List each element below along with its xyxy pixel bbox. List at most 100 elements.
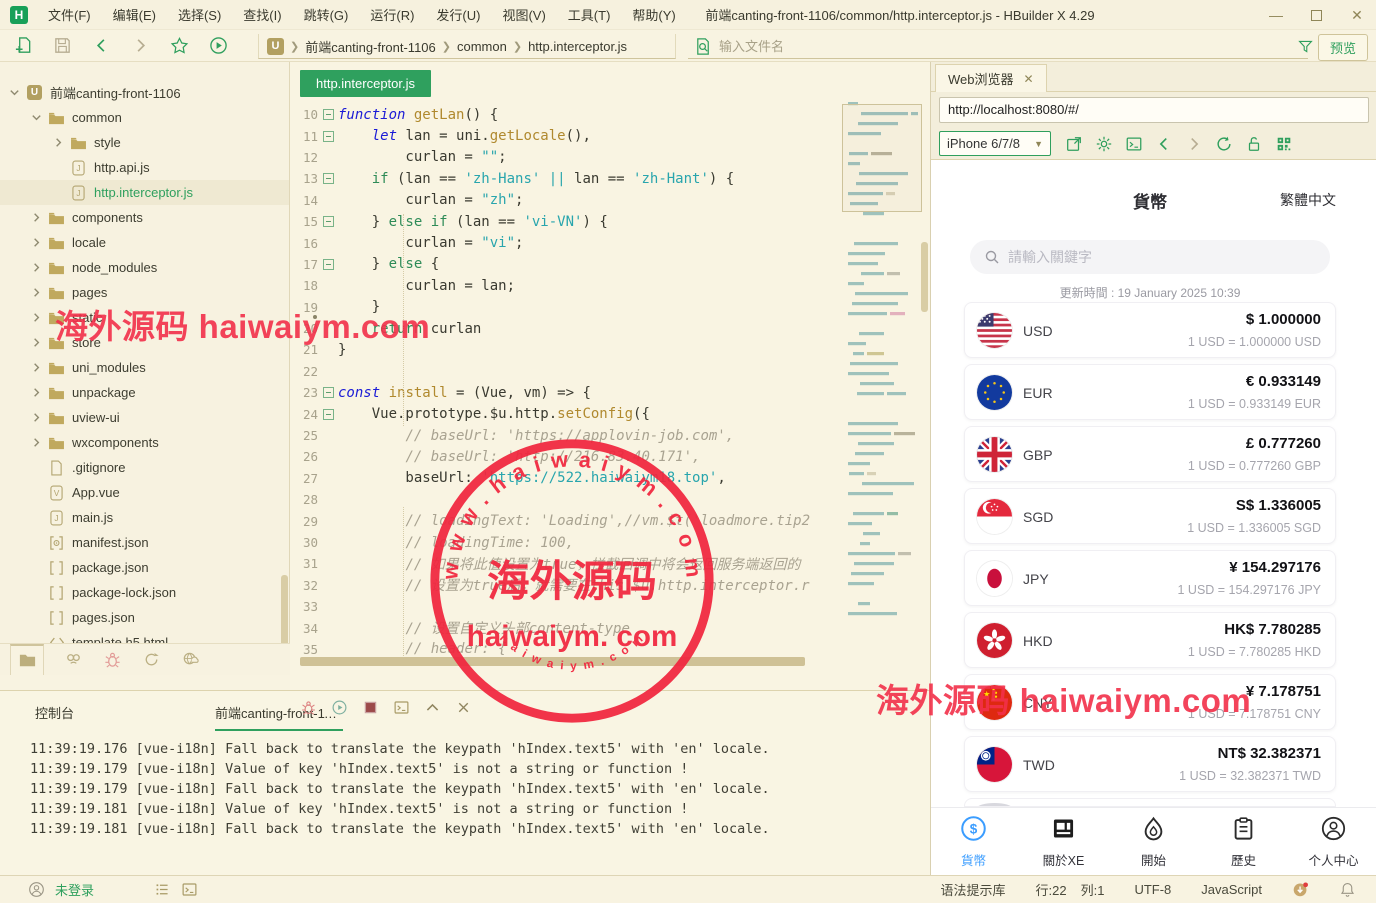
code-line-14[interactable]: 14 curlan = "zh"; [290, 190, 842, 211]
currency-card-SGD[interactable]: SGDS$ 1.3360051 USD = 1.336005 SGD [964, 488, 1336, 544]
tree-item-pages.json[interactable]: pages.json [0, 605, 289, 630]
preview-button[interactable]: 预览 [1318, 34, 1368, 61]
minimap-viewport[interactable] [842, 104, 922, 212]
console-icon[interactable] [1125, 135, 1143, 153]
lock-icon[interactable] [1245, 135, 1263, 153]
tree-item-uview-ui[interactable]: uview-ui [0, 405, 289, 430]
tree-item-style[interactable]: style [0, 130, 289, 155]
tree-item-unpackage[interactable]: unpackage [0, 380, 289, 405]
menu-item-0[interactable]: 文件(F) [38, 1, 101, 28]
language-switch[interactable]: 繁體中文 [1280, 190, 1336, 210]
fold-toggle-icon[interactable] [318, 259, 338, 270]
fold-toggle-icon[interactable] [318, 387, 338, 398]
chevron-right-icon[interactable] [30, 211, 44, 225]
outline-icon[interactable] [154, 881, 171, 898]
breadcrumb[interactable]: U ❯前端canting-front-1106❯common❯http.inte… [258, 34, 676, 59]
chevron-down-icon[interactable] [30, 111, 44, 125]
tree-item-前端canting-front-1106[interactable]: U前端canting-front-1106 [0, 80, 289, 105]
app-tab-貨幣[interactable]: $貨幣 [943, 815, 1005, 869]
console-tab[interactable]: 控制台 [35, 703, 74, 722]
open-external-icon[interactable] [1065, 135, 1083, 153]
menu-item-5[interactable]: 运行(R) [360, 1, 424, 28]
chevron-right-icon[interactable] [30, 311, 44, 325]
close-button[interactable]: ✕ [1348, 7, 1366, 24]
tree-item-components[interactable]: components [0, 205, 289, 230]
browser-tab[interactable]: Web浏览器 ✕ [935, 64, 1047, 92]
forward-icon[interactable] [1185, 135, 1203, 153]
currency-card-GBP[interactable]: GBP£ 0.7772601 USD = 0.777260 GBP [964, 426, 1336, 482]
menu-item-6[interactable]: 发行(U) [426, 1, 490, 28]
breadcrumb-item-2[interactable]: http.interceptor.js [528, 39, 627, 54]
breadcrumb-item-0[interactable]: 前端canting-front-1106 [305, 37, 436, 56]
tree-item-App.vue[interactable]: VApp.vue [0, 480, 289, 505]
menu-item-7[interactable]: 视图(V) [492, 1, 555, 28]
currency-search-input[interactable]: 請輸入關鍵字 [970, 240, 1330, 274]
network-icon[interactable] [181, 650, 200, 669]
tree-item-uni_modules[interactable]: uni_modules [0, 355, 289, 380]
tree-item-package-lock.json[interactable]: package-lock.json [0, 580, 289, 605]
chevron-right-icon[interactable] [30, 411, 44, 425]
app-tab-个人中心[interactable]: 个人中心 [1303, 815, 1365, 869]
close-tab-icon[interactable]: ✕ [1024, 72, 1034, 86]
debug-icon[interactable] [300, 699, 317, 716]
login-status[interactable]: 未登录 [55, 880, 94, 899]
tree-item-wxcomponents[interactable]: wxcomponents [0, 430, 289, 455]
currency-card-TWD[interactable]: TWDNT$ 32.3823711 USD = 32.382371 TWD [964, 736, 1336, 792]
code-line-16[interactable]: 16 curlan = "vi"; [290, 232, 842, 253]
menu-item-1[interactable]: 编辑(E) [103, 1, 166, 28]
device-selector[interactable]: iPhone 6/7/8▼ [939, 131, 1051, 156]
sidebar-tab-files[interactable] [10, 644, 44, 675]
currency-card-USD[interactable]: USD$ 1.0000001 USD = 1.000000 USD [964, 302, 1336, 358]
tree-item-manifest.json[interactable]: manifest.json [0, 530, 289, 555]
encoding[interactable]: UTF-8 [1134, 882, 1171, 897]
tree-item-main.js[interactable]: Jmain.js [0, 505, 289, 530]
search-icon[interactable] [64, 650, 83, 669]
code-line-10[interactable]: 10function getLan() { [290, 104, 842, 125]
app-tab-關於XE[interactable]: 關於XE [1033, 815, 1095, 869]
save-icon[interactable] [53, 36, 72, 55]
tree-item-node_modules[interactable]: node_modules [0, 255, 289, 280]
run-icon[interactable] [209, 36, 228, 55]
breadcrumb-item-1[interactable]: common [457, 39, 507, 54]
menu-item-8[interactable]: 工具(T) [558, 1, 621, 28]
menu-item-3[interactable]: 查找(I) [233, 1, 291, 28]
user-icon[interactable] [28, 881, 45, 898]
code-line-18[interactable]: 18 curlan = lan; [290, 275, 842, 296]
code-line-13[interactable]: 13 if (lan == 'zh-Hans' || lan == 'zh-Ha… [290, 168, 842, 189]
stop-icon[interactable] [362, 699, 379, 716]
code-line-23[interactable]: 23const install = (Vue, vm) => { [290, 382, 842, 403]
chevron-right-icon[interactable] [30, 386, 44, 400]
chevron-right-icon[interactable] [52, 136, 66, 150]
menu-item-4[interactable]: 跳转(G) [294, 1, 359, 28]
chevron-right-icon[interactable] [30, 286, 44, 300]
terminal-icon[interactable] [181, 881, 198, 898]
currency-card-JPY[interactable]: JPY¥ 154.2971761 USD = 154.297176 JPY [964, 550, 1336, 606]
fold-toggle-icon[interactable] [318, 409, 338, 420]
debug-icon[interactable] [103, 650, 122, 669]
update-icon[interactable] [1292, 881, 1309, 898]
restart-icon[interactable] [331, 699, 348, 716]
menu-item-2[interactable]: 选择(S) [168, 1, 231, 28]
code-line-24[interactable]: 24 Vue.prototype.$u.http.setConfig({ [290, 403, 842, 424]
chevron-down-icon[interactable] [8, 86, 22, 100]
tree-item-locale[interactable]: locale [0, 230, 289, 255]
fold-toggle-icon[interactable] [318, 216, 338, 227]
tree-item-common[interactable]: common [0, 105, 289, 130]
fold-toggle-icon[interactable] [318, 109, 338, 120]
terminal-icon[interactable] [393, 699, 410, 716]
url-input[interactable] [939, 97, 1369, 123]
chevron-right-icon[interactable] [30, 261, 44, 275]
maximize-button[interactable] [1311, 10, 1322, 21]
back-icon[interactable] [92, 36, 111, 55]
language-mode[interactable]: JavaScript [1201, 882, 1262, 897]
editor-tab[interactable]: http.interceptor.js [300, 70, 431, 97]
app-tab-歷史[interactable]: 歷史 [1213, 815, 1275, 869]
minimize-button[interactable]: — [1267, 7, 1285, 23]
qrcode-icon[interactable] [1275, 135, 1293, 153]
filter-icon[interactable] [1297, 38, 1314, 55]
new-file-icon[interactable] [14, 36, 33, 55]
chevron-right-icon[interactable] [30, 336, 44, 350]
refresh-icon[interactable] [1215, 135, 1233, 153]
chevron-right-icon[interactable] [30, 436, 44, 450]
code-line-15[interactable]: 15 } else if (lan == 'vi-VN') { [290, 211, 842, 232]
